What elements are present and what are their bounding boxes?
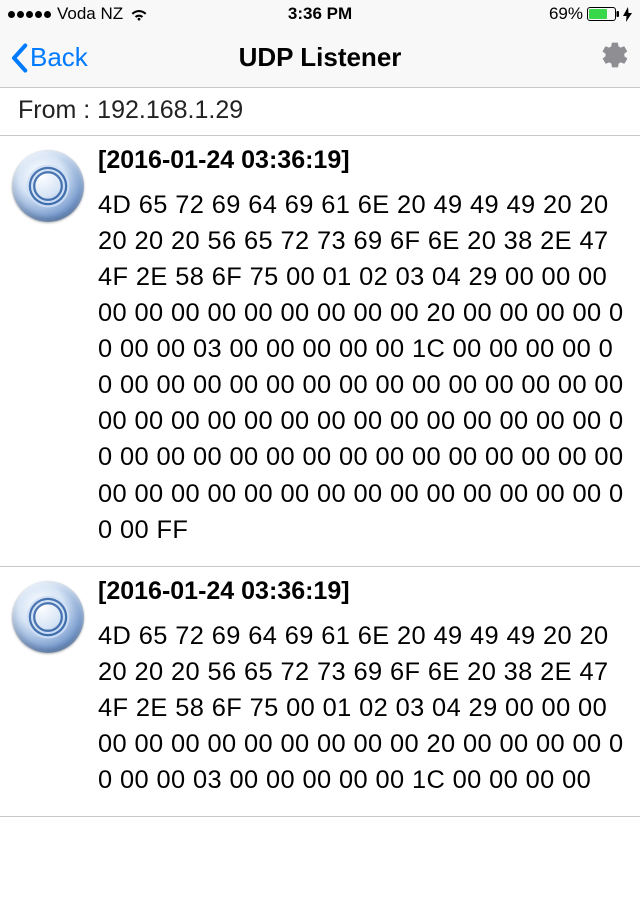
status-right: 69% (549, 4, 632, 24)
status-left: Voda NZ (8, 4, 149, 24)
list-item-body: [2016-01-24 03:36:19] 4D 65 72 69 64 69 … (98, 146, 626, 548)
packet-list[interactable]: [2016-01-24 03:36:19] 4D 65 72 69 64 69 … (0, 136, 640, 817)
list-item-body: [2016-01-24 03:36:19] 4D 65 72 69 64 69 … (98, 577, 626, 798)
battery-icon (587, 7, 619, 21)
wifi-icon (129, 7, 149, 22)
status-time: 3:36 PM (288, 4, 352, 24)
list-item[interactable]: [2016-01-24 03:36:19] 4D 65 72 69 64 69 … (0, 136, 640, 567)
signal-burst-icon (12, 150, 84, 222)
status-bar: Voda NZ 3:36 PM 69% (0, 0, 640, 28)
charging-icon (623, 7, 632, 22)
battery-percent: 69% (549, 4, 583, 24)
packet-timestamp: [2016-01-24 03:36:19] (98, 577, 626, 606)
packet-hex: 4D 65 72 69 64 69 61 6E 20 49 49 49 20 2… (98, 618, 626, 798)
list-item[interactable]: [2016-01-24 03:36:19] 4D 65 72 69 64 69 … (0, 567, 640, 817)
settings-button[interactable] (600, 40, 630, 75)
back-button[interactable]: Back (10, 42, 88, 73)
back-label: Back (30, 42, 88, 73)
page-title: UDP Listener (239, 42, 402, 73)
section-from-header: From : 192.168.1.29 (0, 88, 640, 136)
nav-bar: Back UDP Listener (0, 28, 640, 88)
packet-hex: 4D 65 72 69 64 69 61 6E 20 49 49 49 20 2… (98, 187, 626, 548)
signal-strength-icon (8, 11, 51, 18)
gear-icon (600, 40, 630, 70)
signal-burst-icon (12, 581, 84, 653)
packet-timestamp: [2016-01-24 03:36:19] (98, 146, 626, 175)
carrier-label: Voda NZ (57, 4, 123, 24)
chevron-left-icon (10, 43, 28, 73)
